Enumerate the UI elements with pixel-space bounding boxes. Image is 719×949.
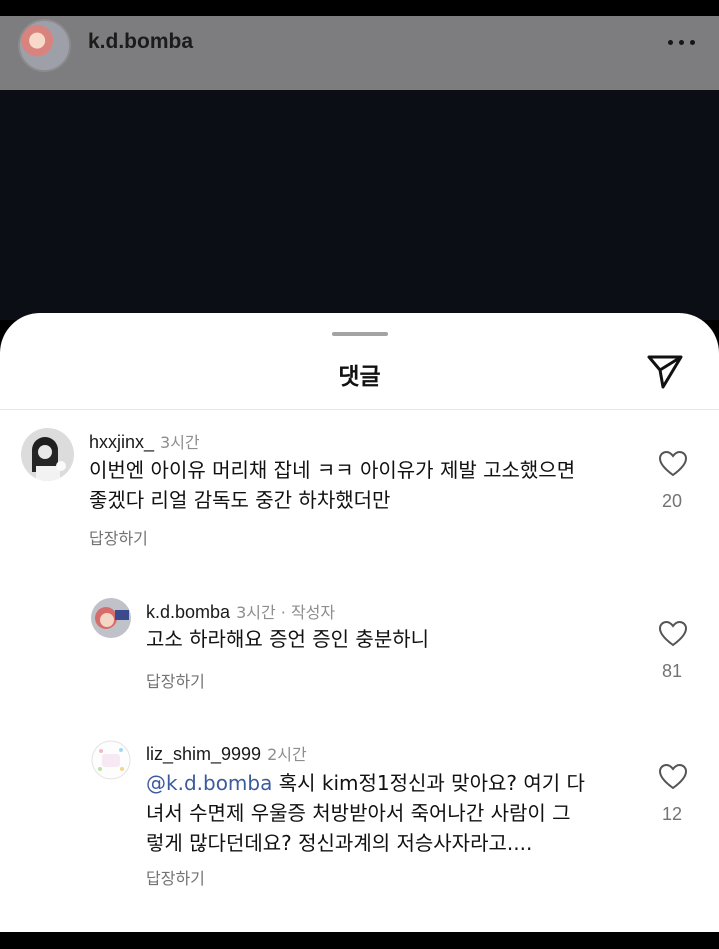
comment-text-line: 녀서 수면제 우울증 처방받아서 죽어나간 사람이 그 [146, 801, 571, 825]
bottom-strip [0, 932, 719, 949]
comments-sheet: 댓글 hxxjinx_ 3시간 이번엔 아이유 머리채 잡네 ㅋㅋ 아이유가 제발… [0, 313, 719, 932]
post-media [0, 90, 719, 320]
comment-username[interactable]: liz_shim_9999 [146, 744, 261, 764]
mention-link[interactable]: @k.d.bomba [146, 771, 272, 795]
avatar[interactable] [91, 740, 131, 780]
comment-text-line: 혹시 kim정1정신과 맞아요? 여기 다 [272, 771, 585, 795]
heart-icon[interactable] [658, 763, 688, 791]
status-strip [0, 0, 719, 16]
avatar[interactable] [18, 19, 71, 72]
comment-time: 2시간 [267, 745, 307, 764]
reply-button[interactable]: 답장하기 [146, 865, 205, 889]
more-horizontal-icon[interactable] [668, 40, 698, 48]
like-count: 12 [661, 804, 683, 824]
comment-text: @k.d.bomba 혹시 kim정1정신과 맞아요? 여기 다 녀서 수면제 … [146, 768, 646, 858]
comment-item: liz_shim_9999 2시간 @k.d.bomba 혹시 kim정1정신과 … [0, 313, 719, 913]
post-username[interactable]: k.d.bomba [88, 30, 193, 54]
post-header: k.d.bomba [0, 16, 719, 90]
comment-text-line: 렇게 많다던데요? 정신과계의 저승사자라고.... [146, 831, 533, 855]
